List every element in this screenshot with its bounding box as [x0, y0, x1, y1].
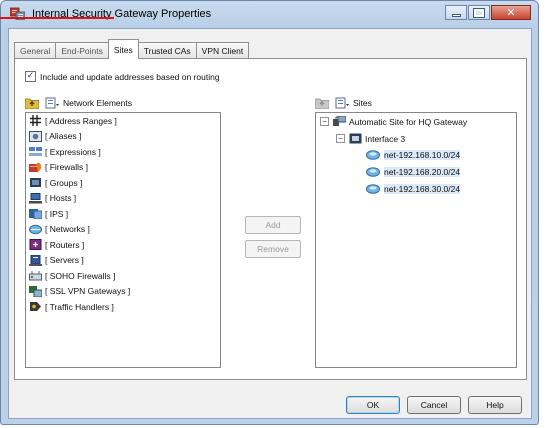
- tree-node-interface[interactable]: − Interface 3: [336, 133, 405, 144]
- list-item-label: [ Firewalls ]: [45, 162, 88, 173]
- folder-up-icon[interactable]: [25, 97, 39, 109]
- list-item-aliases[interactable]: [ Aliases ]: [26, 129, 220, 145]
- network-elements-list[interactable]: [ Address Ranges ] [ Aliases ] [ Express…: [25, 112, 221, 368]
- include-addresses-option[interactable]: ✓ Include and update addresses based on …: [25, 71, 220, 82]
- network-elements-header: Network Elements: [25, 97, 132, 109]
- sites-tab-panel: ✓ Include and update addresses based on …: [14, 58, 527, 380]
- network-icon: [366, 150, 380, 160]
- tab-strip: General End-Points Sites Trusted CAs VPN…: [14, 39, 250, 59]
- ok-button[interactable]: OK: [346, 396, 400, 414]
- list-item-label: [ Groups ]: [45, 177, 83, 188]
- list-item-ssl-vpn-gateways[interactable]: [ SSL VPN Gateways ]: [26, 284, 220, 300]
- list-item-traffic-handlers[interactable]: [ Traffic Handlers ]: [26, 299, 220, 315]
- collapse-interface-toggle[interactable]: −: [336, 134, 345, 143]
- title-bar[interactable]: Internal Security Gateway Properties ✕: [1, 1, 538, 27]
- folder-up-disabled-icon[interactable]: [315, 97, 329, 109]
- network-label: net-192.168.10.0/24: [384, 150, 461, 160]
- list-item-label: [ Networks ]: [45, 224, 90, 235]
- tree-node-network[interactable]: net-192.168.10.0/24: [366, 150, 461, 160]
- groups-icon: [30, 178, 41, 188]
- maximize-button[interactable]: [468, 5, 490, 20]
- tree-node-site[interactable]: − Automatic Site for HQ Gateway: [320, 116, 467, 127]
- site-icon: [333, 116, 346, 126]
- tab-label: End-Points: [61, 46, 103, 56]
- close-icon: ✕: [506, 6, 516, 19]
- new-element-icon[interactable]: [45, 97, 59, 109]
- list-item-label: [ Aliases ]: [45, 131, 82, 142]
- servers-icon: [29, 254, 42, 266]
- list-item-networks[interactable]: [ Networks ]: [26, 222, 220, 238]
- collapse-site-toggle[interactable]: −: [320, 117, 329, 126]
- cancel-button[interactable]: Cancel: [407, 396, 461, 414]
- include-addresses-checkbox[interactable]: ✓: [25, 71, 36, 82]
- hosts-icon: [29, 192, 42, 204]
- list-item-label: [ Traffic Handlers ]: [45, 301, 114, 312]
- list-item-servers[interactable]: [ Servers ]: [26, 253, 220, 269]
- list-item-address-ranges[interactable]: [ Address Ranges ]: [26, 113, 220, 129]
- ssl-vpn-gateways-icon: [29, 285, 42, 297]
- list-item-label: [ SOHO Firewalls ]: [45, 270, 116, 281]
- interface-label: Interface 3: [365, 133, 406, 144]
- include-addresses-label: Include and update addresses based on ro…: [40, 71, 220, 82]
- tab-label: VPN Client: [201, 46, 244, 56]
- sites-tree[interactable]: − Automatic Site for HQ Gateway − Interf…: [315, 112, 517, 368]
- network-icon: [366, 167, 380, 177]
- networks-icon: [29, 224, 42, 234]
- new-site-icon[interactable]: [335, 97, 349, 109]
- tree-node-network[interactable]: net-192.168.30.0/24: [366, 184, 461, 194]
- list-item-label: [ Hosts ]: [45, 193, 77, 204]
- list-item-routers[interactable]: [ Routers ]: [26, 237, 220, 253]
- tree-node-network[interactable]: net-192.168.20.0/24: [366, 167, 461, 177]
- tab-vpn-client[interactable]: VPN Client: [195, 42, 250, 59]
- tab-end-points[interactable]: End-Points: [55, 42, 109, 59]
- ips-icon: [29, 209, 42, 220]
- list-item-expressions[interactable]: [ Expressions ]: [26, 144, 220, 160]
- sites-label: Sites: [353, 98, 372, 108]
- address-ranges-icon: [30, 115, 41, 127]
- minimize-button[interactable]: [445, 5, 467, 20]
- network-elements-label: Network Elements: [63, 98, 132, 108]
- tab-trusted-cas[interactable]: Trusted CAs: [137, 42, 197, 59]
- tab-sites[interactable]: Sites: [107, 39, 139, 59]
- sites-header: Sites: [315, 97, 372, 109]
- list-item-hosts[interactable]: [ Hosts ]: [26, 191, 220, 207]
- list-item-firewalls[interactable]: [ Firewalls ]: [26, 160, 220, 176]
- network-label: net-192.168.20.0/24: [384, 167, 461, 177]
- interface-icon: [349, 133, 362, 144]
- help-button[interactable]: Help: [468, 396, 522, 414]
- network-label: net-192.168.30.0/24: [384, 184, 461, 194]
- list-item-soho-firewalls[interactable]: [ SOHO Firewalls ]: [26, 268, 220, 284]
- tab-label: General: [20, 46, 51, 56]
- maximize-icon: [473, 7, 485, 18]
- list-item-label: [ Servers ]: [45, 255, 84, 266]
- add-button[interactable]: Add: [245, 216, 301, 234]
- tab-label: Trusted CAs: [143, 46, 191, 56]
- close-button[interactable]: ✕: [491, 5, 531, 20]
- list-item-label: [ Address Ranges ]: [45, 115, 117, 126]
- tab-general[interactable]: General: [14, 42, 57, 59]
- list-item-label: [ SSL VPN Gateways ]: [45, 286, 131, 297]
- traffic-handlers-icon: [30, 302, 41, 312]
- list-item-label: [ Routers ]: [45, 239, 85, 250]
- dialog-window: Internal Security Gateway Properties ✕ G…: [0, 0, 539, 425]
- firewalls-icon: [29, 162, 42, 172]
- remove-button[interactable]: Remove: [245, 240, 301, 258]
- annotation-callout-line: [0, 17, 114, 19]
- expressions-icon: [29, 147, 42, 157]
- list-item-label: [ IPS ]: [45, 208, 69, 219]
- soho-firewalls-icon: [29, 271, 42, 281]
- routers-icon: [29, 239, 42, 251]
- aliases-icon: [29, 130, 42, 142]
- dialog-client-area: General End-Points Sites Trusted CAs VPN…: [8, 28, 532, 419]
- tab-label: Sites: [113, 44, 133, 55]
- minimize-icon: [451, 14, 461, 17]
- list-item-ips[interactable]: [ IPS ]: [26, 206, 220, 222]
- list-item-groups[interactable]: [ Groups ]: [26, 175, 220, 191]
- list-item-label: [ Expressions ]: [45, 146, 101, 157]
- network-icon: [366, 184, 380, 194]
- site-label: Automatic Site for HQ Gateway: [349, 116, 468, 127]
